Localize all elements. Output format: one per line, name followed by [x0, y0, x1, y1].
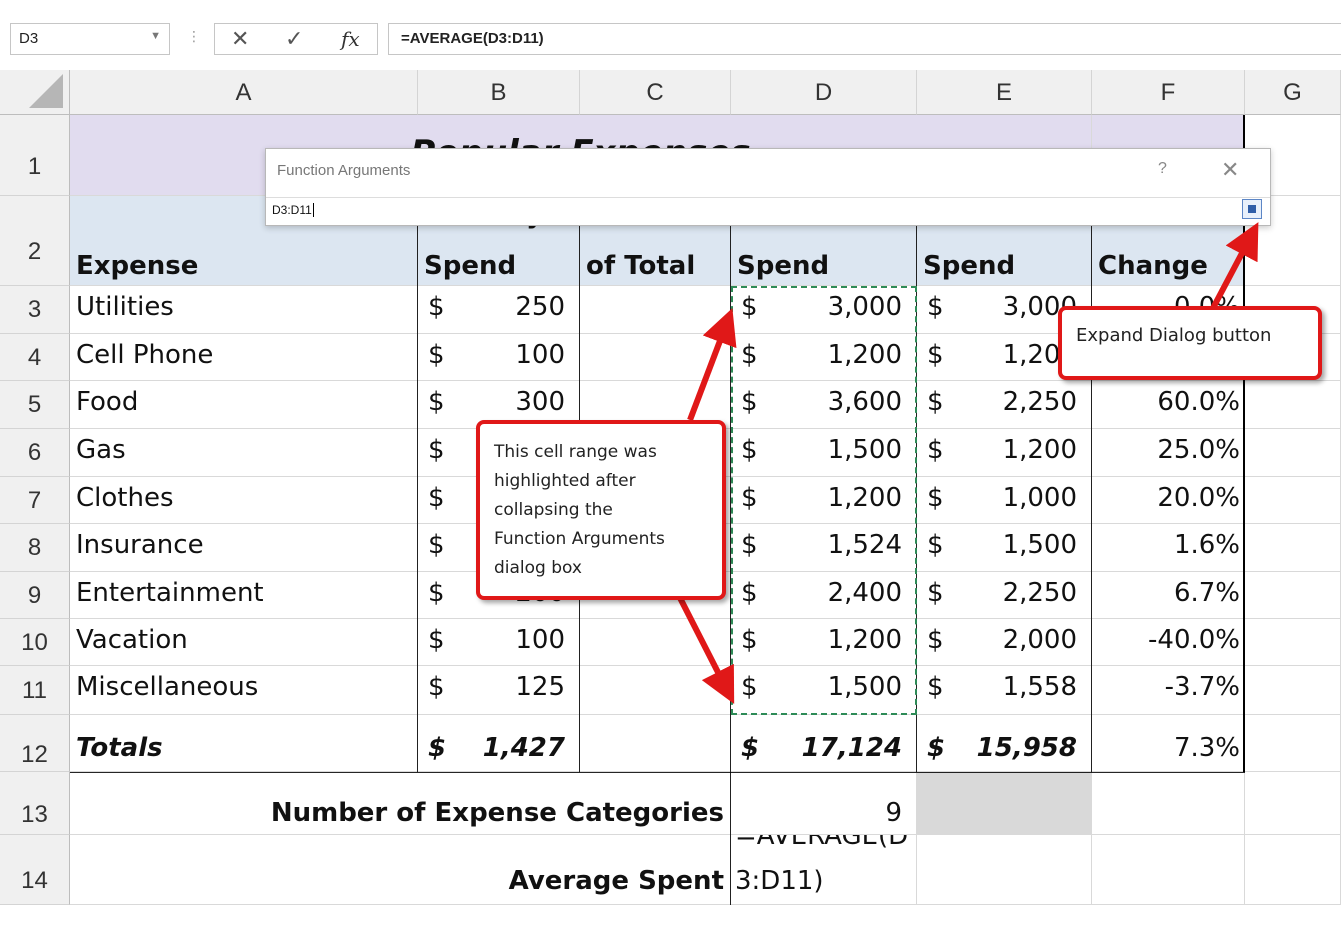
range-callout-text: This cell range was highlighted after co…	[494, 438, 665, 583]
spreadsheet: D3 ▼ ⋮ ✕ ✓ fx =AVERAGE(D3:D11) ABCDEFG 1…	[0, 0, 1341, 911]
range-callout: This cell range was highlighted after co…	[476, 420, 726, 600]
arrow-to-range-top	[687, 308, 737, 422]
arrow-to-expand-button	[1209, 222, 1259, 312]
range-callout-line: collapsing the	[494, 500, 613, 520]
arrow-to-range-bottom	[673, 588, 735, 705]
range-callout-line: This cell range was	[494, 442, 657, 462]
range-callout-line: highlighted after	[494, 471, 636, 491]
range-callout-line: Function Arguments	[494, 529, 665, 549]
expand-dialog-callout: Expand Dialog button	[1058, 306, 1322, 380]
expand-callout-text: Expand Dialog button	[1076, 325, 1272, 346]
range-callout-line: dialog box	[494, 558, 582, 578]
